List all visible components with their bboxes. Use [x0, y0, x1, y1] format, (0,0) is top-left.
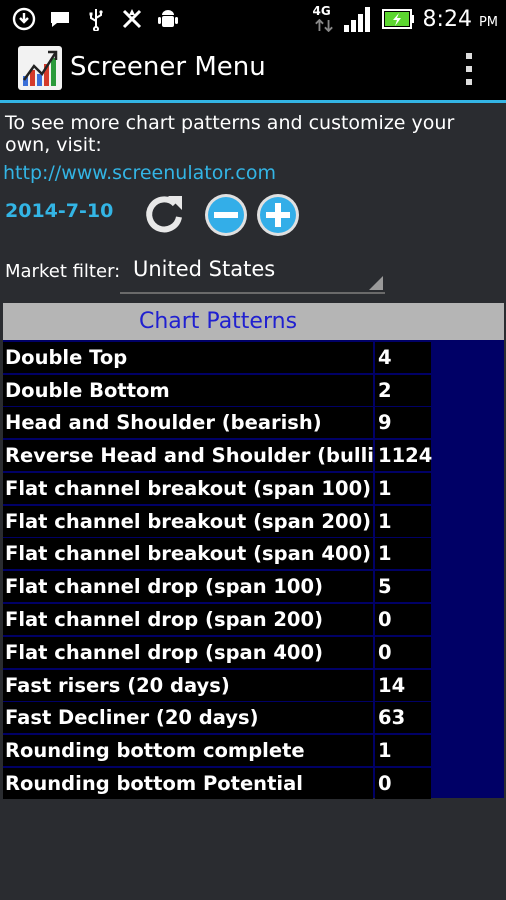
market-filter-label: Market filter:	[5, 261, 121, 282]
pattern-name: Double Bottom	[3, 375, 373, 406]
table-row[interactable]: Rounding bottom complete 1	[3, 735, 433, 766]
pattern-name: Flat channel breakout (span 200)	[3, 506, 373, 537]
table-row[interactable]: Flat channel breakout (span 200) 1	[3, 506, 433, 537]
chart-patterns-table: Double Top 4 Double Bottom 2 Head and Sh…	[3, 340, 504, 799]
table-row[interactable]: Rounding bottom Potential 0	[3, 768, 433, 799]
app-title: Screener Menu	[70, 52, 266, 82]
pattern-name: Flat channel drop (span 400)	[3, 637, 373, 668]
table-row[interactable]: Flat channel drop (span 200) 0	[3, 604, 433, 635]
pattern-count: 14	[375, 670, 431, 701]
pattern-count: 1	[375, 506, 431, 537]
clock-time: 8:24	[422, 6, 472, 32]
battery-charging-icon	[381, 9, 414, 29]
pattern-count: 0	[375, 604, 431, 635]
dropdown-arrow-icon	[369, 276, 383, 290]
clock-ampm: PM	[478, 14, 498, 30]
pattern-name: Flat channel breakout (span 100)	[3, 473, 373, 504]
chat-icon	[51, 12, 69, 27]
refresh-icon[interactable]	[142, 192, 188, 238]
clock: 8:24 PM	[423, 7, 498, 32]
table-row[interactable]: Fast risers (20 days) 14	[3, 670, 433, 701]
pattern-count: 4	[375, 342, 431, 373]
pattern-count: 0	[375, 637, 431, 668]
data-arrows-icon: 4G	[313, 4, 335, 34]
table-row[interactable]: Flat channel breakout (span 100) 1	[3, 473, 433, 504]
date-label: 2014-7-10	[5, 200, 114, 222]
chart-patterns-header: Chart Patterns	[3, 303, 504, 340]
pattern-name: Flat channel drop (span 100)	[3, 571, 373, 602]
table-row[interactable]: Head and Shoulder (bearish) 9	[3, 407, 433, 438]
pattern-count: 5	[375, 571, 431, 602]
pattern-count: 2	[375, 375, 431, 406]
action-bar: Screener Menu	[0, 38, 506, 100]
download-icon	[12, 7, 36, 31]
notification-icons	[12, 7, 180, 31]
signal-icon	[343, 7, 370, 32]
pattern-name: Fast Decliner (20 days)	[3, 702, 373, 733]
overflow-menu-icon[interactable]	[466, 53, 474, 85]
table-row[interactable]: Double Top 4	[3, 342, 433, 373]
android-debug-icon	[158, 10, 178, 27]
market-filter-select[interactable]: United States	[120, 252, 385, 294]
table-row[interactable]: Flat channel drop (span 400) 0	[3, 637, 433, 668]
pattern-name: Fast risers (20 days)	[3, 670, 373, 701]
table-row[interactable]: Reverse Head and Shoulder (bullish) 1124	[3, 440, 433, 471]
pattern-count: 0	[375, 768, 431, 799]
table-row[interactable]: Flat channel drop (span 100) 5	[3, 571, 433, 602]
pattern-count: 63	[375, 702, 431, 733]
pattern-name: Flat channel breakout (span 400)	[3, 538, 373, 569]
table-row[interactable]: Double Bottom 2	[3, 375, 433, 406]
pattern-name: Reverse Head and Shoulder (bullish)	[3, 440, 408, 471]
status-bar: 4G 8:24 PM	[0, 0, 506, 38]
pattern-count: 1	[375, 735, 431, 766]
action-bar-divider	[0, 100, 506, 103]
pattern-count: 1124	[375, 440, 432, 471]
no-signal-icon	[122, 9, 142, 29]
market-filter-value: United States	[133, 257, 276, 281]
pattern-count: 1	[375, 538, 431, 569]
pattern-count: 9	[375, 407, 431, 438]
table-row[interactable]: Fast Decliner (20 days) 63	[3, 702, 433, 733]
pattern-name: Rounding bottom complete	[3, 735, 373, 766]
website-link[interactable]: http://www.screenulator.com	[3, 162, 276, 184]
app-logo-icon[interactable]	[18, 46, 62, 90]
pattern-name: Double Top	[3, 342, 373, 373]
pattern-name: Flat channel drop (span 200)	[3, 604, 373, 635]
pattern-count: 1	[375, 473, 431, 504]
system-icons: 4G 8:24 PM	[313, 4, 498, 34]
usb-icon	[89, 9, 103, 31]
zoom-out-icon[interactable]	[203, 192, 249, 238]
network-type: 4G	[312, 4, 331, 18]
pattern-name: Head and Shoulder (bearish)	[3, 407, 373, 438]
zoom-in-icon[interactable]	[255, 192, 301, 238]
pattern-name: Rounding bottom Potential	[3, 768, 373, 799]
intro-text: To see more chart patterns and customize…	[5, 112, 455, 156]
chart-patterns-title: Chart Patterns	[138, 309, 298, 334]
table-row[interactable]: Flat channel breakout (span 400) 1	[3, 538, 433, 569]
